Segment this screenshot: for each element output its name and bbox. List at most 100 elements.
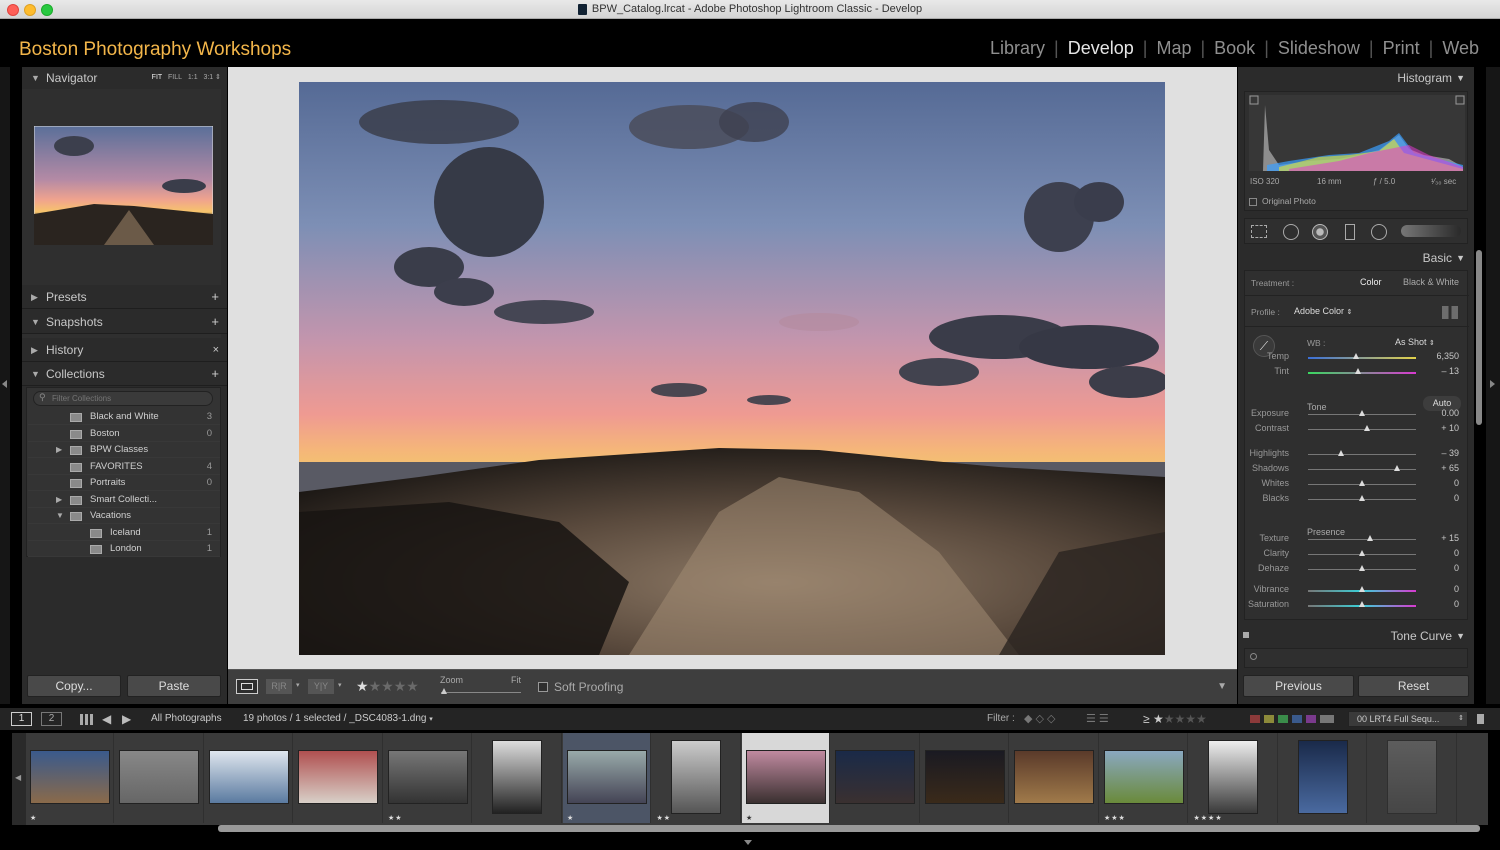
add-preset-icon[interactable]: + [211,285,219,309]
profile-browser-icon[interactable] [1442,306,1458,319]
filmstrip-thumbnail[interactable]: ★ [26,733,114,823]
history-header[interactable]: ▶ History × [22,338,227,362]
graduated-filter-icon[interactable] [1345,224,1355,240]
paste-settings-button[interactable]: Paste [127,675,221,697]
thumbnail-image[interactable] [835,750,915,804]
contrast-slider-thumb[interactable] [1364,425,1371,431]
main-photo[interactable] [299,82,1165,655]
treatment-color-option[interactable]: Color [1360,277,1382,287]
temp-value[interactable]: 6,350 [1425,351,1459,361]
filter-preset-select[interactable]: 00 LRT4 Full Sequ... ⇕ [1348,711,1468,727]
vibrance-slider[interactable] [1308,586,1416,592]
dehaze-value[interactable]: 0 [1425,563,1459,573]
collection-item[interactable]: London 1 [28,541,220,557]
thumbnail-image[interactable] [671,740,721,814]
thumbnail-image[interactable] [1208,740,1258,814]
contrast-value[interactable]: + 10 [1425,423,1459,433]
highlights-value[interactable]: – 39 [1425,448,1459,458]
collection-filter[interactable]: ⚲ [33,391,213,406]
copy-settings-button[interactable]: Copy... [27,675,121,697]
blacks-slider-thumb[interactable] [1359,495,1365,501]
filmstrip-thumbnail[interactable]: ★★★ [1100,733,1188,823]
filmstrip-thumbnail[interactable]: ★ [742,733,830,823]
basic-header[interactable]: Basic ▼ [1238,247,1474,269]
filmstrip-info[interactable]: 19 photos / 1 selected / _DSC4083-1.dng … [243,708,433,731]
zoom-1-1[interactable]: 1:1 [188,74,198,81]
filmstrip-thumbnail[interactable] [474,733,562,823]
collection-item[interactable]: FAVORITES 4 [28,459,220,475]
toolbar-menu-icon[interactable]: ▼ [1217,681,1227,692]
thumbnail-image[interactable] [298,750,378,804]
histogram-graph[interactable] [1249,95,1465,171]
filmstrip-thumbnail[interactable]: ★★ [384,733,472,823]
filmstrip-thumbnail[interactable] [1369,733,1457,823]
module-web[interactable]: Web [1433,38,1488,59]
tint-slider-thumb[interactable] [1354,368,1361,374]
dehaze-slider-thumb[interactable] [1359,565,1365,571]
tint-slider[interactable] [1308,368,1416,374]
temp-slider[interactable] [1308,353,1416,359]
left-panel-toggle[interactable] [0,67,10,704]
target-adjust-icon[interactable] [1250,653,1257,660]
bottom-panel-toggle-icon[interactable] [744,840,752,845]
saturation-value[interactable]: 0 [1425,599,1459,609]
filmstrip-thumbnail[interactable]: ★★ [653,733,741,823]
dropdown-arrow-icon[interactable]: ▾ [296,681,300,689]
expand-icon[interactable]: ▶ [56,492,62,508]
thumbnail-image[interactable] [924,750,1005,804]
vibrance-value[interactable]: 0 [1425,584,1459,594]
thumbnail-image[interactable] [1297,740,1348,814]
thumbnail-image[interactable] [387,750,468,804]
thumbnail-image[interactable] [492,740,542,814]
contrast-slider[interactable] [1308,425,1416,431]
module-slideshow[interactable]: Slideshow [1269,38,1369,59]
thumbnail-image[interactable] [29,750,110,804]
radial-filter-icon[interactable] [1371,224,1387,240]
zoom-fill[interactable]: FILL [168,74,182,81]
star-icon[interactable]: ★ [394,678,407,695]
saturation-slider-thumb[interactable] [1359,601,1365,607]
collection-item[interactable]: Portraits 0 [28,475,220,491]
filmstrip-thumbnail[interactable]: ★★★★ [1190,733,1278,823]
whites-value[interactable]: 0 [1425,478,1459,488]
thumbnail-image[interactable] [1014,750,1094,804]
highlights-slider-thumb[interactable] [1338,450,1345,456]
loupe-view[interactable] [228,67,1237,669]
zoom-3-1[interactable]: 3:1 [203,74,213,81]
navigator-preview[interactable] [22,89,221,285]
shadows-slider-thumb[interactable] [1393,465,1400,471]
vibrance-slider-thumb[interactable] [1359,586,1365,592]
thumbnail-image[interactable] [208,750,289,804]
secondary-window-button[interactable]: 2 [41,712,62,726]
filmstrip-left-scroll-icon[interactable]: ◀ [12,733,26,825]
star-icon[interactable]: ★ [406,678,419,695]
texture-slider[interactable] [1308,535,1416,541]
loupe-view-icon[interactable] [236,679,258,694]
thumbnail-image[interactable] [1387,740,1437,814]
exposure-value[interactable]: 0.00 [1425,408,1459,418]
primary-window-button[interactable]: 1 [11,712,32,726]
clarity-slider[interactable] [1308,550,1416,556]
edit-filter-icons[interactable]: ☰ ☰ [1086,708,1109,730]
flag-filter-icons[interactable]: ◆ ◇ ◇ [1024,708,1056,730]
wb-select[interactable]: As Shot ⇕ [1395,337,1435,347]
zoom-fit[interactable]: FIT [152,74,163,81]
blacks-value[interactable]: 0 [1425,493,1459,503]
back-arrow-icon[interactable]: ◀ [102,708,111,730]
treatment-bw-option[interactable]: Black & White [1403,277,1459,287]
expand-icon[interactable]: ▶ [56,442,62,458]
right-panel-scrollbar[interactable] [1476,250,1482,425]
before-after-icon[interactable]: R|R [266,679,292,694]
texture-slider-thumb[interactable] [1366,535,1373,541]
thumbnail-image[interactable] [1103,750,1184,804]
collection-item[interactable]: ▶ BPW Classes [28,442,220,458]
crop-tool-icon[interactable] [1251,225,1267,238]
clarity-value[interactable]: 0 [1425,548,1459,558]
filmstrip-thumbnail[interactable] [295,733,383,823]
collections-header[interactable]: ▼ Collections + [22,362,227,386]
grid-view-icon[interactable] [80,714,93,725]
before-after-split-icon[interactable]: Y|Y [308,679,334,694]
right-panel-toggle[interactable] [1486,67,1500,704]
presets-header[interactable]: ▶ Presets + [22,285,227,309]
clarity-slider-thumb[interactable] [1359,550,1365,556]
